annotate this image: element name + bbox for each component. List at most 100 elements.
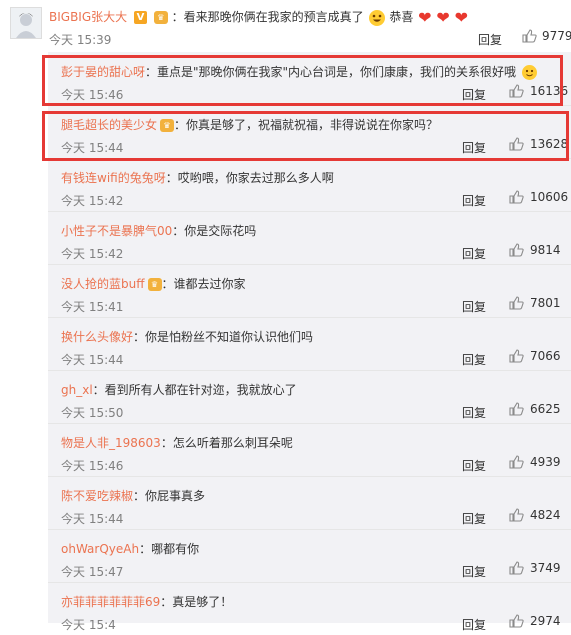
- heart-icon: ❤: [436, 7, 450, 27]
- like-button[interactable]: 9779: [522, 29, 571, 43]
- like-icon: [509, 455, 524, 469]
- reply-line: 换什么头像好：你是怕粉丝不知道你认识他们吗: [61, 328, 313, 345]
- reply-time: 今天 15:46: [61, 459, 124, 473]
- main-comment-username[interactable]: BIGBIG张大大: [49, 10, 127, 24]
- heart-icon: ❤: [454, 7, 469, 27]
- like-count: 4939: [530, 455, 561, 469]
- reply-text: ：你屁事真多: [133, 489, 206, 503]
- reply-item: 小性子不是暴脾气00：你是交际花吗 今天 15:42 回复 9814: [48, 211, 571, 265]
- like-icon: [509, 508, 524, 522]
- like-button[interactable]: 10606: [509, 190, 568, 204]
- like-button[interactable]: 6625: [509, 402, 561, 416]
- reply-button[interactable]: 回复: [478, 31, 502, 48]
- reply-button[interactable]: 回复: [462, 298, 486, 315]
- like-count: 7801: [530, 296, 561, 310]
- main-comment-time: 今天 15:39: [49, 33, 112, 47]
- reply-item: 换什么头像好：你是怕粉丝不知道你认识他们吗 今天 15:44 回复 7066: [48, 317, 571, 371]
- reply-line: 小性子不是暴脾气00：你是交际花吗: [61, 222, 256, 239]
- reply-item: ohWarQyeAh：哪都有你 今天 15:47 回复 3749: [48, 529, 571, 583]
- like-count: 4824: [530, 508, 561, 522]
- like-icon: [509, 190, 524, 204]
- reply-username[interactable]: 小性子不是暴脾气00: [61, 224, 172, 238]
- reply-time: 今天 15:42: [61, 247, 124, 261]
- reply-username[interactable]: 物是人非_198603: [61, 436, 161, 450]
- reply-item: 没人抢的蓝buff ♛ ：谁都去过你家 今天 15:41 回复 7801: [48, 264, 571, 318]
- like-icon: [509, 614, 524, 628]
- reply-username[interactable]: 换什么头像好: [61, 330, 133, 344]
- reply-line: 陈不爱吃辣椒：你屁事真多: [61, 487, 205, 504]
- reply-item: gh_xl：看到所有人都在针对迩，我就放心了 今天 15:50 回复 6625: [48, 370, 571, 424]
- reply-text: ：怎么听着那么刺耳朵呢: [160, 436, 293, 450]
- reply-button[interactable]: 回复: [462, 616, 486, 633]
- like-icon: [509, 349, 524, 363]
- like-button[interactable]: 3749: [509, 561, 561, 575]
- like-icon: [509, 561, 524, 575]
- reply-text: ：看到所有人都在针对迩，我就放心了: [92, 383, 297, 397]
- reply-text: ：你是怕粉丝不知道你认识他们吗: [133, 330, 314, 344]
- reply-button[interactable]: 回复: [462, 192, 486, 209]
- reply-text: ：你是交际花吗: [172, 224, 257, 238]
- reply-line: ohWarQyeAh：哪都有你: [61, 540, 199, 557]
- reply-time: 今天 15:47: [61, 565, 124, 579]
- like-button[interactable]: 7066: [509, 349, 561, 363]
- reply-line: gh_xl：看到所有人都在针对迩，我就放心了: [61, 381, 297, 398]
- like-icon: [509, 243, 524, 257]
- like-count: 9814: [530, 243, 561, 257]
- vip-badge-icon: ♛: [147, 278, 162, 291]
- reply-time: 今天 15:41: [61, 300, 124, 314]
- like-button[interactable]: 4939: [509, 455, 561, 469]
- like-count: 6625: [530, 402, 561, 416]
- grin-emoji-icon: [369, 9, 386, 26]
- reply-line: 没人抢的蓝buff ♛ ：谁都去过你家: [61, 275, 246, 292]
- reply-line: 物是人非_198603：怎么听着那么刺耳朵呢: [61, 434, 293, 451]
- vip-badge-icon: ♛: [153, 11, 168, 24]
- highlight-box: [42, 111, 569, 161]
- reply-item: 物是人非_198603：怎么听着那么刺耳朵呢 今天 15:46 回复 4939: [48, 423, 571, 477]
- like-icon: [509, 402, 524, 416]
- like-button[interactable]: 9814: [509, 243, 561, 257]
- reply-username[interactable]: ohWarQyeAh: [61, 542, 139, 556]
- reply-button[interactable]: 回复: [462, 510, 486, 527]
- reply-time: 今天 15:4: [61, 618, 116, 632]
- reply-username[interactable]: gh_xl: [61, 383, 93, 397]
- main-comment-line: BIGBIG张大大 V ♛ ：看来那晚你俩在我家的预言成真了 恭喜 ❤ ❤ ❤: [49, 8, 468, 26]
- highlight-box: [42, 55, 563, 106]
- reply-text: ：真是够了！: [160, 595, 233, 609]
- reply-text: ：哪都有你: [139, 542, 200, 556]
- reply-item: 陈不爱吃辣椒：你屁事真多 今天 15:44 回复 4824: [48, 476, 571, 530]
- reply-text: ：哎哟喂，你家去过那么多人啊: [165, 171, 334, 185]
- reply-time: 今天 15:44: [61, 512, 124, 526]
- main-comment: BIGBIG张大大 V ♛ ：看来那晚你俩在我家的预言成真了 恭喜 ❤ ❤ ❤ …: [0, 0, 571, 52]
- like-count: 3749: [530, 561, 561, 575]
- reply-username[interactable]: 没人抢的蓝buff: [61, 277, 145, 291]
- like-icon: [522, 29, 537, 43]
- like-count: 2974: [530, 614, 561, 628]
- reply-line: 亦菲菲菲菲菲菲69：真是够了！: [61, 593, 232, 610]
- reply-line: 有钱连wifi的兔兔呀：哎哟喂，你家去过那么多人啊: [61, 169, 334, 186]
- like-count: 7066: [530, 349, 561, 363]
- like-count: 9779: [542, 29, 571, 43]
- like-button[interactable]: 2974: [509, 614, 561, 628]
- reply-username[interactable]: 亦菲菲菲菲菲菲69: [61, 595, 160, 609]
- like-button[interactable]: 4824: [509, 508, 561, 522]
- reply-username[interactable]: 陈不爱吃辣椒: [61, 489, 133, 503]
- reply-button[interactable]: 回复: [462, 245, 486, 262]
- like-icon: [509, 296, 524, 310]
- reply-text: ：谁都去过你家: [161, 277, 246, 291]
- main-comment-text: ：看来那晚你俩在我家的预言成真了: [171, 10, 364, 24]
- reply-time: 今天 15:50: [61, 406, 124, 420]
- main-comment-tail-text: 恭喜: [389, 10, 414, 24]
- verified-badge-icon: V: [133, 11, 147, 24]
- reply-item: 亦菲菲菲菲菲菲69：真是够了！ 今天 15:4 回复 2974: [48, 582, 571, 635]
- reply-username[interactable]: 有钱连wifi的兔兔呀: [61, 171, 166, 185]
- reply-time: 今天 15:42: [61, 194, 124, 208]
- reply-button[interactable]: 回复: [462, 457, 486, 474]
- like-count: 10606: [530, 190, 569, 204]
- like-button[interactable]: 7801: [509, 296, 561, 310]
- reply-button[interactable]: 回复: [462, 404, 486, 421]
- reply-button[interactable]: 回复: [462, 351, 486, 368]
- heart-icon: ❤: [418, 7, 432, 27]
- user-avatar[interactable]: [10, 7, 42, 39]
- reply-button[interactable]: 回复: [462, 563, 486, 580]
- reply-item: 有钱连wifi的兔兔呀：哎哟喂，你家去过那么多人啊 今天 15:42 回复 10…: [48, 158, 571, 212]
